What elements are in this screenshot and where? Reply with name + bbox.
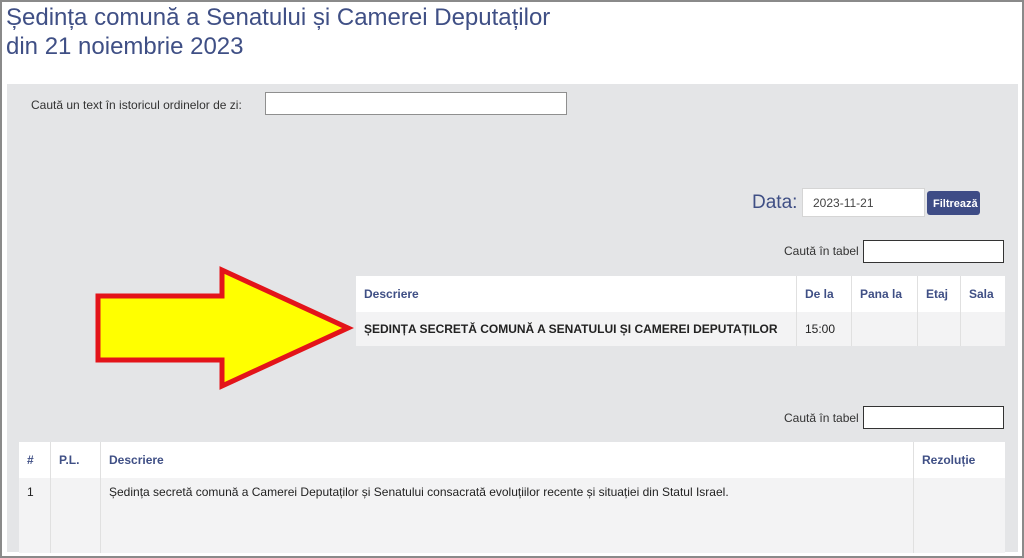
arrow-right-icon (95, 266, 354, 390)
history-search-label: Caută un text în istoricul ordinelor de … (31, 98, 242, 112)
order-table-header: # P.L. Descriere Rezoluție (19, 442, 1005, 478)
cell-de-la: 15:00 (796, 312, 852, 346)
column-header-rezolutie[interactable]: Rezoluție (913, 442, 1005, 478)
agenda-table-search-input[interactable] (863, 240, 1004, 263)
page-title-line1: Ședința comună a Senatului și Camerei De… (6, 4, 551, 31)
agenda-table: Descriere De la Pana la Etaj Sala ȘEDINȚ… (356, 276, 1005, 346)
order-table-search-label: Caută în tabel (784, 411, 859, 425)
cell-sala (960, 312, 1005, 346)
order-table: # P.L. Descriere Rezoluție 1 Ședința sec… (19, 442, 1005, 553)
table-row: 1 Ședința secretă comună a Camerei Deput… (19, 478, 1005, 553)
table-row: ȘEDINȚA SECRETĂ COMUNĂ A SENATULUI ȘI CA… (356, 312, 1005, 346)
date-input[interactable]: 2023-11-21 (802, 188, 925, 217)
filter-button[interactable]: Filtrează (927, 191, 980, 215)
column-header-descriere[interactable]: Descriere (356, 276, 797, 312)
column-header-etaj[interactable]: Etaj (917, 276, 961, 312)
cell-descriere: Ședința secretă comună a Camerei Deputaț… (100, 478, 914, 553)
order-table-search-input[interactable] (863, 406, 1004, 429)
page-title: Ședința comună a Senatului și Camerei De… (6, 3, 550, 61)
cell-nr: 1 (19, 478, 51, 553)
cell-rezolutie (913, 478, 1005, 553)
column-header-pana-la[interactable]: Pana la (851, 276, 918, 312)
column-header-nr[interactable]: # (19, 442, 51, 478)
column-header-descriere[interactable]: Descriere (100, 442, 914, 478)
cell-pl (50, 478, 101, 553)
cell-descriere: ȘEDINȚA SECRETĂ COMUNĂ A SENATULUI ȘI CA… (356, 312, 797, 346)
column-header-de-la[interactable]: De la (796, 276, 852, 312)
column-header-sala[interactable]: Sala (960, 276, 1005, 312)
date-label: Data: (752, 192, 798, 213)
cell-etaj (917, 312, 961, 346)
agenda-table-header: Descriere De la Pana la Etaj Sala (356, 276, 1005, 312)
history-search-input[interactable] (265, 92, 567, 115)
agenda-table-search-label: Caută în tabel (784, 244, 859, 258)
cell-pana-la (851, 312, 918, 346)
column-header-pl[interactable]: P.L. (50, 442, 101, 478)
page-title-line2: din 21 noiembrie 2023 (6, 33, 244, 60)
